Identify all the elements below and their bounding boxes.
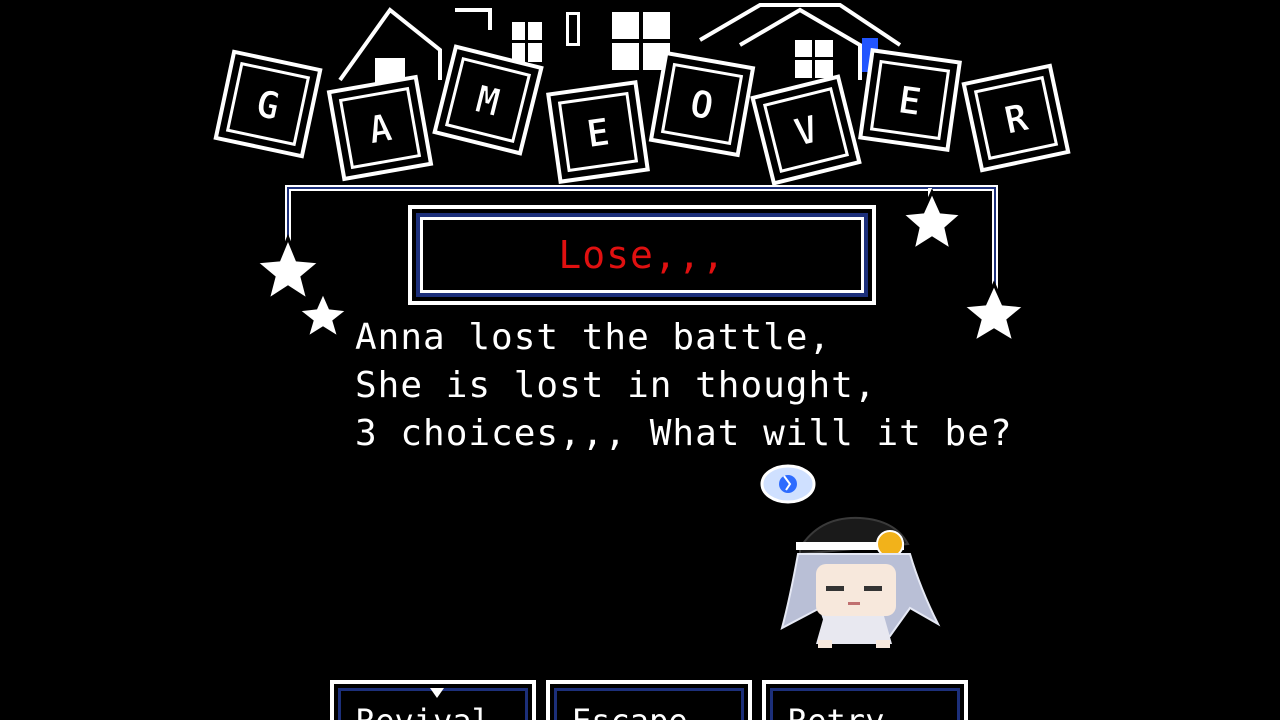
- title-letter-r: R: [1000, 95, 1032, 143]
- retry-button-label: Retry: [788, 702, 884, 720]
- retry-button[interactable]: Retry: [762, 680, 968, 720]
- star-icon: [898, 188, 966, 254]
- star-icon: [252, 234, 324, 304]
- narrative-line: She is lost in thought,: [355, 365, 877, 406]
- narrative-line: 3 choices,,, What will it be?: [355, 413, 1013, 454]
- star-icon: [294, 288, 352, 342]
- title-letter-a: A: [365, 105, 395, 152]
- game-over-screen: G A M E O V E R Lose,,, Anna lost the ba…: [0, 0, 1280, 720]
- house-windows: [375, 12, 878, 84]
- title-tiles: G A M E O V E R: [213, 44, 1071, 186]
- thought-bubble-icon: [760, 464, 816, 504]
- result-label: Lose,,,: [558, 233, 726, 277]
- character-sprite: [760, 464, 941, 648]
- result-banner: Lose,,,: [408, 205, 876, 305]
- hat-icon: [796, 516, 910, 558]
- title-letter-o: O: [687, 81, 717, 128]
- revival-button-label: Revival: [356, 702, 491, 720]
- narrative-line: Anna lost the battle,: [355, 317, 832, 358]
- revival-button[interactable]: Revival: [330, 680, 536, 720]
- title-letter-g: G: [252, 81, 284, 129]
- title-letter-e: E: [584, 110, 613, 157]
- title-letter-m: M: [471, 77, 504, 125]
- result-banner-inner: Lose,,,: [420, 217, 864, 293]
- title-letter-v: V: [790, 107, 823, 155]
- escape-button[interactable]: Escape: [546, 680, 752, 720]
- selection-cursor-icon: [430, 688, 444, 698]
- houses-decoration: [338, 3, 902, 82]
- escape-button-label: Escape: [572, 702, 688, 720]
- title-letter-e2: E: [895, 78, 924, 125]
- narrative-message: Anna lost the battle, She is lost in tho…: [355, 314, 1055, 458]
